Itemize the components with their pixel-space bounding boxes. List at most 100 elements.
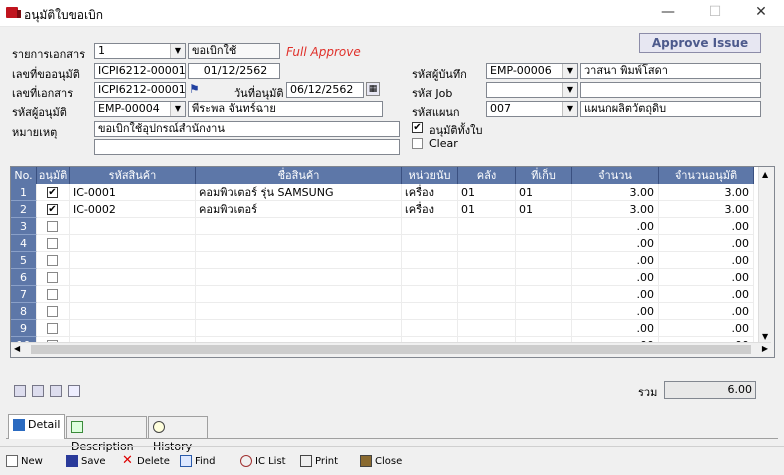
doc-no-field[interactable]: ICPI6212-00001 bbox=[94, 82, 186, 98]
calendar-icon[interactable]: ▦ bbox=[366, 82, 380, 96]
cell-unit[interactable] bbox=[402, 218, 458, 235]
cell-code[interactable] bbox=[70, 269, 196, 286]
cell-wh[interactable] bbox=[458, 235, 516, 252]
cell-code[interactable] bbox=[70, 252, 196, 269]
table-row[interactable]: 1 ✔ IC-0001 คอมพิวเตอร์ รุ่น SAMSUNG เครื่อง… bbox=[11, 184, 771, 201]
cell-name[interactable]: คอมพิวเตอร์ bbox=[196, 201, 402, 218]
approve-row-checkbox[interactable] bbox=[47, 306, 58, 317]
scroll-thumb[interactable] bbox=[31, 345, 751, 354]
recorder-select[interactable]: EMP-00006 ▼ bbox=[486, 63, 578, 79]
ic-list-button[interactable]: IC List bbox=[240, 454, 286, 470]
cell-qty[interactable]: .00 bbox=[572, 235, 659, 252]
scroll-right-icon[interactable]: ▶ bbox=[762, 344, 768, 353]
cell-qty[interactable]: .00 bbox=[572, 320, 659, 337]
table-row[interactable]: 8 .00.00 bbox=[11, 303, 771, 320]
tab-detail[interactable]: Detail bbox=[8, 414, 65, 439]
cell-name[interactable] bbox=[196, 252, 402, 269]
approver-select[interactable]: EMP-00004 ▼ bbox=[94, 101, 186, 117]
cell-loc[interactable]: 01 bbox=[516, 184, 572, 201]
find-button[interactable]: Find bbox=[180, 454, 216, 470]
chevron-down-icon[interactable]: ▼ bbox=[562, 102, 577, 116]
column-header[interactable]: ชื่อสินค้า bbox=[196, 167, 402, 184]
chevron-down-icon[interactable]: ▼ bbox=[170, 44, 185, 58]
approve-row-checkbox[interactable] bbox=[47, 238, 58, 249]
column-header[interactable]: หน่วยนับ bbox=[402, 167, 458, 184]
cell-unit[interactable] bbox=[402, 252, 458, 269]
cell-qty[interactable]: .00 bbox=[572, 286, 659, 303]
cell-loc[interactable] bbox=[516, 269, 572, 286]
table-row[interactable]: 7 .00.00 bbox=[11, 286, 771, 303]
cell-unit[interactable] bbox=[402, 235, 458, 252]
cell-qty[interactable]: .00 bbox=[572, 303, 659, 320]
chevron-down-icon[interactable]: ▼ bbox=[170, 102, 185, 116]
table-row[interactable]: 4 .00.00 bbox=[11, 235, 771, 252]
cell-qty-appr[interactable]: .00 bbox=[659, 320, 754, 337]
cell-name[interactable] bbox=[196, 235, 402, 252]
cell-wh[interactable]: 01 bbox=[458, 201, 516, 218]
approve-cell[interactable] bbox=[37, 269, 70, 286]
close-window-button[interactable]: ✕ bbox=[738, 0, 784, 26]
column-header[interactable]: อนุมัติ bbox=[37, 167, 70, 184]
close-button[interactable]: Close bbox=[360, 454, 402, 470]
scroll-up-icon[interactable]: ▲ bbox=[762, 170, 768, 179]
cell-qty-appr[interactable]: .00 bbox=[659, 235, 754, 252]
tab-history[interactable]: History bbox=[148, 416, 208, 453]
search-row-icon[interactable] bbox=[68, 385, 80, 397]
cell-name[interactable]: คอมพิวเตอร์ รุ่น SAMSUNG bbox=[196, 184, 402, 201]
remark-field-1[interactable]: ขอเบิกใช้อุปกรณ์สำนักงาน bbox=[94, 121, 400, 137]
cell-loc[interactable] bbox=[516, 320, 572, 337]
cell-code[interactable]: IC-0002 bbox=[70, 201, 196, 218]
column-header[interactable]: รหัสสินค้า bbox=[70, 167, 196, 184]
cell-code[interactable] bbox=[70, 286, 196, 303]
cell-unit[interactable] bbox=[402, 303, 458, 320]
horizontal-scrollbar[interactable]: ◀ ▶ bbox=[11, 342, 771, 357]
print-button[interactable]: Print bbox=[300, 454, 338, 470]
cell-code[interactable] bbox=[70, 303, 196, 320]
approve-cell[interactable]: ✔ bbox=[37, 201, 70, 218]
tab-description[interactable]: Description bbox=[66, 416, 147, 453]
cell-wh[interactable] bbox=[458, 303, 516, 320]
cell-code[interactable] bbox=[70, 320, 196, 337]
approve-row-checkbox[interactable]: ✔ bbox=[47, 187, 58, 198]
cell-wh[interactable] bbox=[458, 218, 516, 235]
cell-loc[interactable] bbox=[516, 218, 572, 235]
vertical-scrollbar[interactable]: ▲ ▼ bbox=[758, 167, 774, 357]
approve-row-checkbox[interactable] bbox=[47, 255, 58, 266]
cell-loc[interactable] bbox=[516, 286, 572, 303]
cell-unit[interactable] bbox=[402, 269, 458, 286]
column-header[interactable]: จำนวนอนุมัติ bbox=[659, 167, 754, 184]
approve-no-field[interactable]: ICPI6212-00001 bbox=[94, 63, 186, 79]
new-button[interactable]: New bbox=[6, 454, 43, 470]
cell-unit[interactable] bbox=[402, 286, 458, 303]
cell-name[interactable] bbox=[196, 269, 402, 286]
cell-code[interactable] bbox=[70, 218, 196, 235]
column-header[interactable]: ที่เก็บ bbox=[516, 167, 572, 184]
table-row[interactable]: 9 .00.00 bbox=[11, 320, 771, 337]
column-header[interactable]: คลัง bbox=[458, 167, 516, 184]
column-header[interactable]: No. bbox=[11, 167, 37, 184]
cell-unit[interactable]: เครื่อง bbox=[402, 184, 458, 201]
delete-button[interactable]: ✕ Delete bbox=[122, 454, 170, 470]
cell-qty[interactable]: .00 bbox=[572, 218, 659, 235]
cell-wh[interactable] bbox=[458, 269, 516, 286]
cell-unit[interactable] bbox=[402, 320, 458, 337]
cell-wh[interactable] bbox=[458, 320, 516, 337]
cell-qty-appr[interactable]: 3.00 bbox=[659, 184, 754, 201]
clear-checkbox[interactable] bbox=[412, 138, 423, 149]
cell-qty-appr[interactable]: .00 bbox=[659, 303, 754, 320]
approve-row-checkbox[interactable] bbox=[47, 221, 58, 232]
insert-row-icon[interactable] bbox=[14, 385, 26, 397]
approve-date-field[interactable]: 06/12/2562 bbox=[286, 82, 364, 98]
approve-row-checkbox[interactable] bbox=[47, 289, 58, 300]
cell-qty-appr[interactable]: 3.00 bbox=[659, 201, 754, 218]
delete-row-icon[interactable] bbox=[50, 385, 62, 397]
cell-qty-appr[interactable]: .00 bbox=[659, 252, 754, 269]
scroll-down-icon[interactable]: ▼ bbox=[762, 332, 768, 341]
cell-loc[interactable] bbox=[516, 303, 572, 320]
cell-name[interactable] bbox=[196, 303, 402, 320]
approve-cell[interactable] bbox=[37, 303, 70, 320]
approve-row-checkbox[interactable] bbox=[47, 323, 58, 334]
maximize-button[interactable]: ☐ bbox=[692, 0, 738, 26]
cell-qty[interactable]: 3.00 bbox=[572, 184, 659, 201]
cell-qty-appr[interactable]: .00 bbox=[659, 218, 754, 235]
